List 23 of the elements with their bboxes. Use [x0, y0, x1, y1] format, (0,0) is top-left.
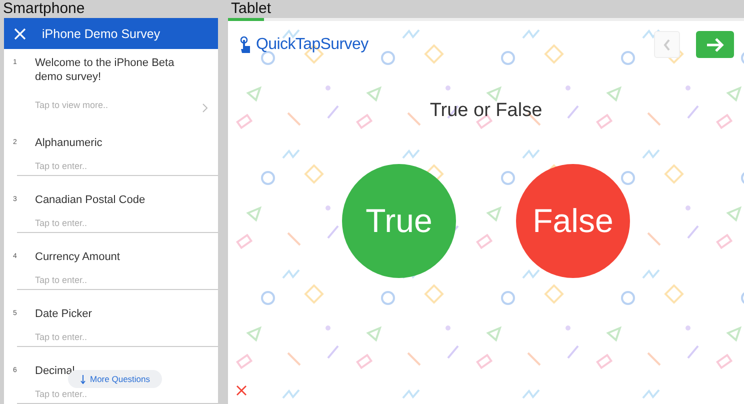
question-hint: Tap to enter..	[35, 332, 88, 344]
arrow-right-icon	[706, 38, 724, 52]
question-title: Alphanumeric	[35, 136, 102, 152]
logo-text: QuickTapSurvey	[256, 36, 368, 54]
survey-title: iPhone Demo Survey	[42, 26, 160, 41]
question-hint: Tap to enter..	[35, 161, 88, 174]
question-title: Canadian Postal Code	[35, 193, 146, 208]
question-hint: Tap to enter..	[35, 218, 88, 230]
question-title: Welcome to the iPhone Beta demo survey!	[35, 56, 176, 86]
hand-pointer-icon	[240, 36, 252, 54]
question-hint: Tap to enter..	[35, 275, 88, 288]
question-title: Currency Amount	[35, 250, 120, 266]
chevron-right-icon	[202, 103, 208, 114]
close-icon[interactable]	[236, 385, 247, 396]
panel-label: Smartphone	[2, 0, 86, 17]
chevron-left-icon	[663, 38, 671, 50]
question-hint: Tap to enter..	[35, 389, 88, 402]
question-title: Date Picker	[35, 307, 92, 322]
question-hint: Tap to view more..	[35, 100, 110, 112]
panel-label: Tablet	[230, 0, 272, 17]
question-text: True or False	[430, 100, 542, 122]
next-button[interactable]	[696, 31, 734, 58]
arrow-down-icon	[80, 374, 86, 384]
